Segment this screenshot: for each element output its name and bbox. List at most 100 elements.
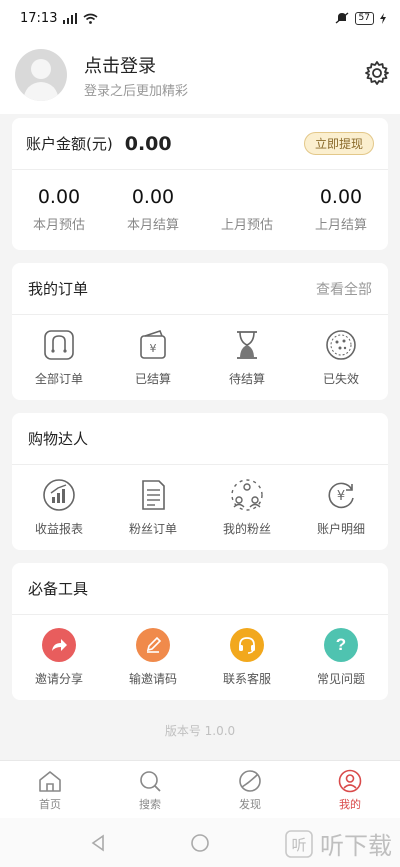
question-icon: ? xyxy=(324,627,358,662)
fans-icon xyxy=(231,478,263,511)
tab-search[interactable]: 搜索 xyxy=(100,761,200,818)
gear-icon[interactable] xyxy=(364,60,390,86)
tab-label: 发现 xyxy=(239,798,261,811)
tab-label: 首页 xyxy=(39,798,61,811)
svg-text:听: 听 xyxy=(291,836,306,854)
status-left: 17:13 xyxy=(20,11,98,26)
watermark-logo-icon: 听 xyxy=(285,829,313,858)
login-title[interactable]: 点击登录 xyxy=(84,52,156,78)
home-nav-icon[interactable] xyxy=(190,833,210,853)
tools-header: 必备工具 xyxy=(12,563,388,615)
enter-invite-code-item[interactable]: 输邀请码 xyxy=(106,627,200,687)
stat-value: 0.00 xyxy=(131,186,175,208)
back-nav-icon[interactable] xyxy=(90,834,106,852)
stat-label: 本月结算 xyxy=(126,218,179,233)
stat-label: 上月预估 xyxy=(220,218,273,233)
charging-icon xyxy=(380,12,386,24)
user-silhouette-icon xyxy=(23,59,59,101)
withdraw-button[interactable]: 立即提现 xyxy=(303,132,374,155)
document-icon xyxy=(142,479,165,510)
all-orders-item[interactable]: 全部订单 xyxy=(12,328,106,387)
tools-icon-row: 邀请分享 输邀请码 联系客服 ? 常见问题 xyxy=(12,615,388,699)
orders-card: 我的订单 查看全部 全部订单 ¥ 已结算 待结算 已失效 xyxy=(12,263,388,400)
expired-orders-item[interactable]: 已失效 xyxy=(294,328,388,387)
silent-icon xyxy=(335,12,348,24)
version-text: 版本号 1.0.0 xyxy=(164,724,236,738)
icon-label: 常见问题 xyxy=(316,671,365,686)
pending-orders-item[interactable]: 待结算 xyxy=(200,328,294,387)
stat-this-month-estimate: 0.00 本月预估 xyxy=(12,170,106,250)
invite-share-item[interactable]: 邀请分享 xyxy=(12,627,106,687)
icon-label: 邀请分享 xyxy=(34,671,83,686)
discover-icon xyxy=(239,770,261,792)
yen-refresh-icon: ¥ xyxy=(328,482,354,508)
fan-orders-item[interactable]: 粉丝订单 xyxy=(106,478,200,537)
earnings-report-item[interactable]: 收益报表 xyxy=(12,478,106,537)
shopping-title: 购物达人 xyxy=(28,430,89,448)
icon-label: 待结算 xyxy=(228,371,265,386)
account-balance: 0.00 xyxy=(124,132,172,155)
account-label: 账户金额(元) xyxy=(26,135,113,153)
icon-label: 全部订单 xyxy=(34,371,83,386)
wifi-icon xyxy=(83,13,98,24)
icon-label: 输邀请码 xyxy=(128,671,177,686)
view-all-orders-link[interactable]: 查看全部 xyxy=(316,279,372,299)
account-details-item[interactable]: ¥ 账户明细 xyxy=(294,478,388,537)
profile-icon xyxy=(338,769,362,793)
my-fans-item[interactable]: 我的粉丝 xyxy=(200,478,294,537)
tools-title: 必备工具 xyxy=(28,580,89,598)
expired-stamp-icon xyxy=(326,329,356,360)
stat-label: 本月预估 xyxy=(32,218,85,233)
search-icon xyxy=(140,771,161,792)
stat-value: 0.00 xyxy=(319,186,363,208)
home-icon xyxy=(39,771,61,792)
share-icon xyxy=(42,627,76,662)
tab-discover[interactable]: 发现 xyxy=(200,761,300,818)
status-right: 57 xyxy=(335,11,386,25)
battery-indicator: 57 xyxy=(354,11,374,25)
orders-icon-row: 全部订单 ¥ 已结算 待结算 已失效 xyxy=(12,315,388,399)
chart-icon xyxy=(43,478,75,511)
status-time: 17:13 xyxy=(20,10,58,26)
earnings-stats: 0.00 本月预估 0.00 本月结算 上月预估 0.00 上月结算 xyxy=(12,170,388,250)
icon-label: 已结算 xyxy=(134,371,171,386)
icon-label: 联系客服 xyxy=(222,671,271,686)
icon-label: 账户明细 xyxy=(316,521,365,536)
tab-mine[interactable]: 我的 xyxy=(300,761,400,818)
tab-home[interactable]: 首页 xyxy=(0,761,100,818)
settled-orders-item[interactable]: ¥ 已结算 xyxy=(106,328,200,387)
stat-last-month-settled: 0.00 上月结算 xyxy=(294,170,388,250)
icon-label: 收益报表 xyxy=(34,521,83,536)
profile-header: 点击登录 登录之后更加精彩 xyxy=(0,36,400,114)
wallet-icon: ¥ xyxy=(140,329,166,359)
orders-header: 我的订单 查看全部 xyxy=(12,263,388,315)
svg-text:¥: ¥ xyxy=(337,489,345,504)
tools-card: 必备工具 邀请分享 输邀请码 联系客服 ? 常见问题 xyxy=(12,563,388,700)
hourglass-icon xyxy=(237,330,257,359)
svg-text:¥: ¥ xyxy=(150,342,157,355)
status-bar: 17:13 57 xyxy=(0,0,400,36)
signal-icon xyxy=(63,12,78,24)
pencil-icon xyxy=(136,627,170,662)
watermark-text: 听下载 xyxy=(320,832,392,860)
stat-value xyxy=(200,186,294,208)
avatar[interactable] xyxy=(15,49,67,101)
shopping-header: 购物达人 xyxy=(12,413,388,465)
bottom-tab-bar: 首页 搜索 发现 我的 xyxy=(0,760,400,818)
tab-label: 搜索 xyxy=(139,798,161,811)
account-card: 账户金额(元) 0.00 立即提现 0.00 本月预估 0.00 本月结算 上月… xyxy=(12,118,388,250)
icon-label: 粉丝订单 xyxy=(128,521,177,536)
shopping-card: 购物达人 收益报表 粉丝订单 我的粉丝 ¥ 账户明细 xyxy=(12,413,388,550)
icon-label: 已失效 xyxy=(322,371,359,386)
account-summary: 账户金额(元) 0.00 立即提现 xyxy=(12,118,388,170)
bag-icon xyxy=(44,329,74,360)
icon-label: 我的粉丝 xyxy=(222,521,271,536)
stat-value: 0.00 xyxy=(37,186,81,208)
faq-item[interactable]: ? 常见问题 xyxy=(294,627,388,687)
stat-last-month-estimate: 上月预估 xyxy=(200,170,294,250)
login-subtitle: 登录之后更加精彩 xyxy=(84,84,189,99)
stat-this-month-settled: 0.00 本月结算 xyxy=(106,170,200,250)
shopping-icon-row: 收益报表 粉丝订单 我的粉丝 ¥ 账户明细 xyxy=(12,465,388,549)
watermark: 听 听下载 xyxy=(284,826,392,861)
customer-service-item[interactable]: 联系客服 xyxy=(200,627,294,687)
